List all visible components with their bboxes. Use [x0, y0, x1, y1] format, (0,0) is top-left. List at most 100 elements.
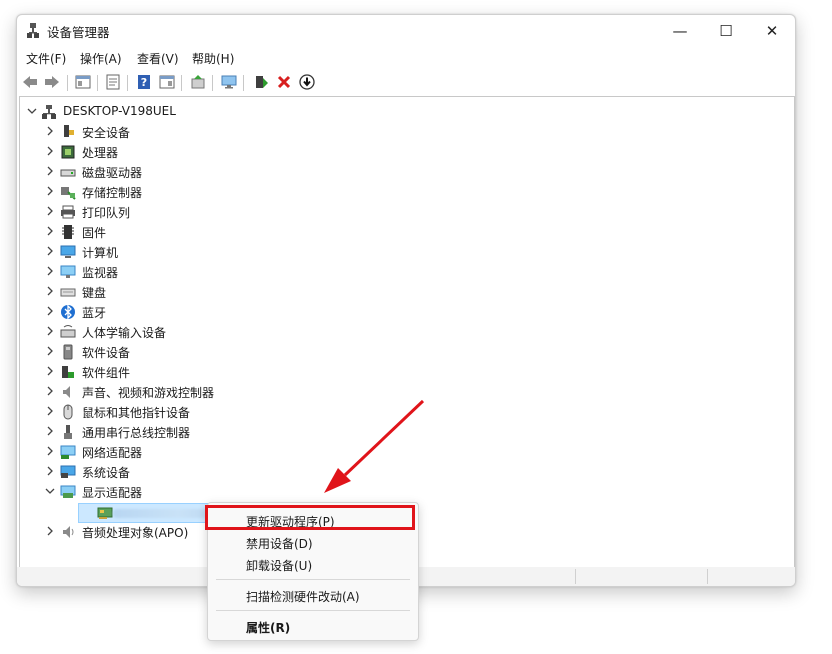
menu-file[interactable]: 文件(F) [26, 50, 66, 67]
chevron-right-icon[interactable] [45, 466, 55, 476]
tree-category-software-component[interactable]: 软件组件 [20, 362, 720, 382]
toolbar-separator [127, 75, 128, 91]
tree-category-system-device[interactable]: 系统设备 [20, 462, 720, 482]
tree-category-network-adapter[interactable]: 网络适配器 [20, 442, 720, 462]
tree-label: 鼠标和其他指针设备 [82, 406, 191, 420]
ctx-separator [216, 610, 410, 611]
tree-category-hid[interactable]: 人体学输入设备 [20, 322, 720, 342]
uninstall-x-icon[interactable] [275, 73, 293, 91]
tree-label: 软件设备 [82, 346, 131, 360]
chevron-right-icon[interactable] [45, 326, 55, 336]
device-tree[interactable]: DESKTOP-V198UEL 安全设备 处理器 磁盘驱动器 存储控制器 打印队列 固件计… [19, 96, 795, 568]
tree-label: 软件组件 [82, 366, 131, 380]
tree-category-bluetooth[interactable]: 蓝牙 [20, 302, 720, 322]
chevron-right-icon[interactable] [45, 406, 55, 416]
chevron-right-icon[interactable] [45, 366, 55, 376]
window-title: 设备管理器 [47, 25, 110, 40]
audio-apo-icon [63, 526, 74, 538]
chevron-right-icon[interactable] [45, 386, 55, 396]
tree-label: 蓝牙 [82, 306, 107, 320]
chevron-right-icon[interactable] [45, 346, 55, 356]
chevron-right-icon[interactable] [45, 426, 55, 436]
computer-icon [60, 245, 76, 258]
properties-icon[interactable] [104, 73, 122, 91]
display-adapter-icon [60, 485, 76, 498]
processor-icon [61, 145, 75, 159]
tree-category-software-device[interactable]: 软件设备 [20, 342, 720, 362]
tree-root[interactable]: DESKTOP-V198UEL [20, 102, 720, 122]
tree-label: 通用串行总线控制器 [82, 426, 191, 440]
monitor-scan-icon[interactable] [220, 73, 238, 91]
tree-category-printer[interactable]: 打印队列 [20, 202, 720, 222]
monitor-icon [60, 265, 76, 278]
chevron-right-icon[interactable] [45, 166, 55, 176]
bluetooth-icon [61, 304, 75, 320]
chevron-right-icon[interactable] [45, 126, 55, 136]
chevron-down-icon[interactable] [45, 486, 55, 496]
chevron-right-icon[interactable] [45, 186, 55, 196]
storage-controller-icon [61, 187, 76, 200]
device-manager-app-icon [27, 23, 39, 38]
ctx-properties[interactable]: 属性(R) [246, 619, 290, 636]
tree-category-keyboard[interactable]: 键盘 [20, 282, 720, 302]
back-arrow-icon[interactable] [21, 73, 39, 91]
ctx-uninstall-device[interactable]: 卸载设备(U) [246, 557, 312, 574]
chevron-right-icon[interactable] [45, 226, 55, 236]
help-icon[interactable]: ? [135, 73, 153, 91]
menu-view[interactable]: 查看(V) [137, 50, 179, 67]
chevron-down-icon[interactable] [27, 106, 37, 116]
tree-label: 人体学输入设备 [82, 326, 167, 340]
tree-category-usb[interactable]: 通用串行总线控制器 [20, 422, 720, 442]
close-button[interactable]: ✕ [749, 15, 795, 47]
tree-category-disk-drive[interactable]: 磁盘驱动器 [20, 162, 720, 182]
minimize-button[interactable]: — [657, 15, 703, 47]
title-bar[interactable]: 设备管理器 — ☐ ✕ [17, 15, 795, 47]
tree-label: 音频处理对象(APO) [82, 526, 189, 540]
tree-category-processor[interactable]: 处理器 [20, 142, 720, 162]
menu-action[interactable]: 操作(A) [80, 50, 122, 67]
computer-root-icon [42, 105, 56, 119]
tree-category-computer[interactable]: 计算机 [20, 242, 720, 262]
chevron-right-icon[interactable] [45, 306, 55, 316]
download-icon[interactable] [298, 73, 316, 91]
action-pane-icon[interactable] [158, 73, 176, 91]
display-adapter-card-icon [97, 507, 113, 519]
maximize-button[interactable]: ☐ [703, 15, 749, 47]
usb-icon [64, 425, 72, 439]
ctx-scan-hardware[interactable]: 扫描检测硬件改动(A) [246, 588, 360, 605]
update-driver-icon[interactable] [189, 73, 207, 91]
hid-icon [60, 325, 76, 338]
chevron-right-icon[interactable] [45, 146, 55, 156]
toolbar-separator [97, 75, 98, 91]
keyboard-icon [60, 288, 76, 297]
system-device-icon [60, 465, 76, 478]
chevron-right-icon[interactable] [45, 526, 55, 536]
tree-label: 监视器 [82, 266, 119, 280]
tree-category-monitor[interactable]: 监视器 [20, 262, 720, 282]
chevron-right-icon[interactable] [45, 206, 55, 216]
chevron-right-icon[interactable] [45, 286, 55, 296]
tree-category-sound[interactable]: 声音、视频和游戏控制器 [20, 382, 720, 402]
menu-help[interactable]: 帮助(H) [192, 50, 234, 67]
disk-drive-icon [60, 169, 76, 177]
security-device-icon [64, 125, 74, 137]
chevron-right-icon[interactable] [45, 266, 55, 276]
forward-arrow-icon[interactable] [43, 73, 61, 91]
toolbar-separator [67, 75, 68, 91]
tree-category-mouse[interactable]: 鼠标和其他指针设备 [20, 402, 720, 422]
tree-category-firmware[interactable]: 固件 [20, 222, 720, 242]
toolbar-separator [243, 75, 244, 91]
chevron-right-icon[interactable] [45, 446, 55, 456]
show-hide-tree-icon[interactable] [74, 73, 92, 91]
sound-icon [63, 386, 70, 398]
tree-category-storage-controller[interactable]: 存储控制器 [20, 182, 720, 202]
tree-root-label: DESKTOP-V198UEL [63, 104, 176, 118]
tree-category-security-device[interactable]: 安全设备 [20, 122, 720, 142]
printer-icon [61, 205, 75, 219]
chevron-right-icon[interactable] [45, 246, 55, 256]
firmware-icon [62, 225, 74, 239]
software-device-icon [63, 344, 73, 360]
ctx-disable-device[interactable]: 禁用设备(D) [246, 535, 313, 552]
tree-category-display-adapter[interactable]: 显示适配器 [20, 482, 720, 502]
enable-device-icon[interactable] [252, 73, 270, 91]
